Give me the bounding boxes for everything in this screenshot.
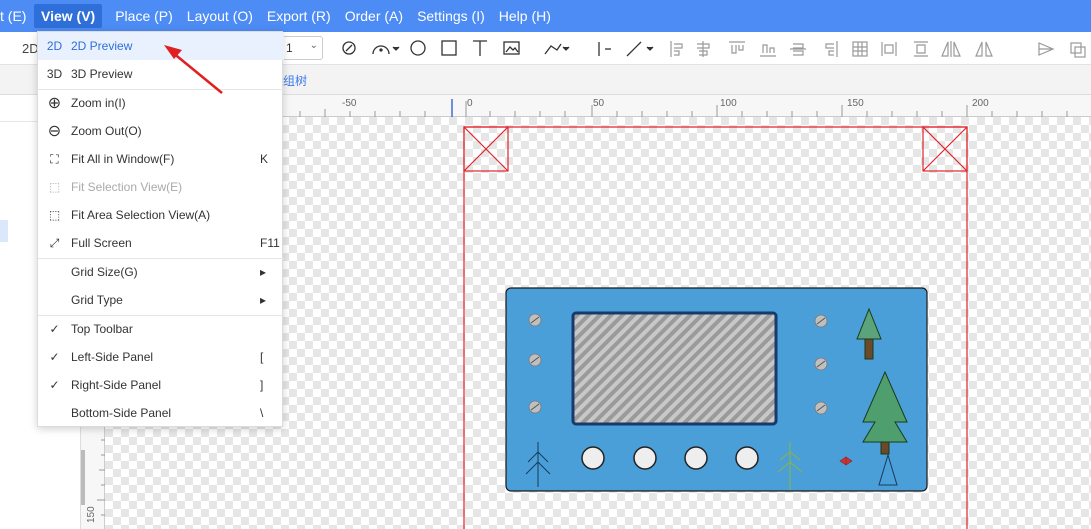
vruler-label: 150 xyxy=(86,506,97,523)
menu-item-grid-type[interactable]: Grid Type ▸ xyxy=(38,286,284,314)
menu-item-zoom-out[interactable]: ⊖ Zoom Out(O) xyxy=(38,117,284,145)
hruler-label: -50 xyxy=(342,98,357,109)
dimension-icon xyxy=(626,41,654,57)
text-icon xyxy=(473,40,487,56)
rect-icon xyxy=(441,40,457,56)
menu-view[interactable]: View (V) xyxy=(34,4,103,28)
flip-h-icon xyxy=(941,41,961,57)
hruler-label: 200 xyxy=(972,98,989,109)
node-icon xyxy=(544,43,570,55)
menu-item-fit-all[interactable]: ⛶ Fit All in Window(F) K xyxy=(38,145,284,173)
zoom-value: 1 xyxy=(286,41,293,55)
align-right-icon xyxy=(825,41,838,57)
menu-item-top-toolbar[interactable]: ✓ Top Toolbar xyxy=(38,315,284,343)
check-icon: ✓ xyxy=(49,350,60,364)
tab-tree[interactable]: 组树 xyxy=(283,72,307,89)
menu-item-fit-selection: ⬚ Fit Selection View(E) xyxy=(38,173,284,201)
view-menu-dropdown: 2D 2D Preview 3D 3D Preview ⊕ Zoom in(I)… xyxy=(37,31,284,427)
toolbar-icons xyxy=(342,40,1086,58)
circle-icon xyxy=(410,40,426,56)
panel-selected-row[interactable] xyxy=(0,220,8,242)
hruler-label: 0 xyxy=(467,98,473,109)
menu-item-shortcut: \ xyxy=(260,406,264,420)
align-left-icon xyxy=(670,41,683,57)
image-icon xyxy=(503,41,520,55)
hruler-label: 150 xyxy=(847,98,864,109)
menu-help[interactable]: Help (H) xyxy=(492,4,558,28)
menu-item-grid-size[interactable]: Grid Size(G) ▸ xyxy=(38,258,284,286)
menu-layout[interactable]: Layout (O) xyxy=(180,4,260,28)
align-middle-icon xyxy=(790,43,806,56)
menu-settings[interactable]: Settings (I) xyxy=(410,4,492,28)
3d-icon: 3D xyxy=(46,67,63,81)
distribute-h-icon xyxy=(881,42,897,56)
full-screen-icon: ⤢ xyxy=(49,235,60,250)
menu-item-2d-preview[interactable]: 2D 2D Preview xyxy=(38,32,284,60)
align-center-icon xyxy=(697,41,710,57)
menu-bar: t (E) View (V) Place (P) Layout (O) Expo… xyxy=(0,0,1091,32)
hruler-label: 100 xyxy=(720,98,737,109)
menu-item-label: Zoom Out(O) xyxy=(71,124,142,138)
chevron-right-icon: ▸ xyxy=(260,265,267,279)
menu-item-label: Top Toolbar xyxy=(71,322,133,336)
zoom-in-icon: ⊕ xyxy=(47,95,62,112)
menu-item-label: Full Screen xyxy=(71,236,132,250)
align-top-icon xyxy=(729,41,745,54)
menu-item-label: Fit Area Selection View(A) xyxy=(71,208,211,222)
menu-item-label: 2D Preview xyxy=(71,39,133,53)
align-bottom-icon xyxy=(760,44,776,57)
fit-area-icon: ⬚ xyxy=(48,208,61,222)
zoom-out-icon: ⊖ xyxy=(47,123,62,140)
menu-edit[interactable]: t (E) xyxy=(0,4,34,28)
menu-item-right-side-panel[interactable]: ✓ Right-Side Panel ] xyxy=(38,371,284,399)
line-icon xyxy=(598,42,611,56)
check-icon: ✓ xyxy=(49,378,60,392)
menu-item-label: Left-Side Panel xyxy=(71,350,154,364)
check-icon: ✓ xyxy=(49,322,60,336)
menu-export[interactable]: Export (R) xyxy=(260,4,338,28)
menu-item-full-screen[interactable]: ⤢ Full Screen F11 xyxy=(38,229,284,257)
arc-icon xyxy=(372,45,400,55)
shear-icon xyxy=(1038,42,1055,56)
menu-item-label: Fit Selection View(E) xyxy=(71,180,183,194)
2d-icon: 2D xyxy=(46,39,63,53)
menu-item-3d-preview[interactable]: 3D 3D Preview xyxy=(38,60,284,88)
lcd-window xyxy=(571,311,778,426)
menu-item-label: 3D Preview xyxy=(71,67,133,81)
zoom-select[interactable]: 1 ⌄ xyxy=(281,36,323,60)
copy-icon xyxy=(1070,42,1086,58)
menu-item-shortcut: F11 xyxy=(260,236,280,250)
distribute-icon xyxy=(852,41,868,57)
hruler-label: 50 xyxy=(593,98,605,109)
menu-item-label: Right-Side Panel xyxy=(71,378,162,392)
menu-item-label: Bottom-Side Panel xyxy=(71,406,172,420)
menu-place[interactable]: Place (P) xyxy=(108,4,180,28)
menu-item-shortcut: ] xyxy=(260,378,264,392)
distribute-v-icon xyxy=(914,41,928,57)
menu-item-label: Fit All in Window(F) xyxy=(71,152,175,166)
menu-item-label: Grid Size(G) xyxy=(71,265,138,279)
menu-item-bottom-side-panel[interactable]: Bottom-Side Panel \ xyxy=(38,399,284,427)
menu-item-left-side-panel[interactable]: ✓ Left-Side Panel [ xyxy=(38,343,284,371)
menu-item-label: Zoom in(I) xyxy=(71,96,126,110)
menu-item-fit-area-selection[interactable]: ⬚ Fit Area Selection View(A) xyxy=(38,201,284,229)
menu-item-label: Grid Type xyxy=(71,293,123,307)
menu-order[interactable]: Order (A) xyxy=(338,4,410,28)
fit-selection-icon: ⬚ xyxy=(48,180,61,194)
menu-item-zoom-in[interactable]: ⊕ Zoom in(I) xyxy=(38,89,284,117)
menu-item-shortcut: [ xyxy=(260,350,264,364)
chevron-right-icon: ▸ xyxy=(260,293,267,307)
chevron-down-icon: ⌄ xyxy=(309,40,318,51)
menu-item-shortcut: K xyxy=(260,152,269,166)
pen-icon xyxy=(342,41,356,55)
fit-all-icon: ⛶ xyxy=(50,151,59,166)
flip-v-icon xyxy=(975,41,993,57)
